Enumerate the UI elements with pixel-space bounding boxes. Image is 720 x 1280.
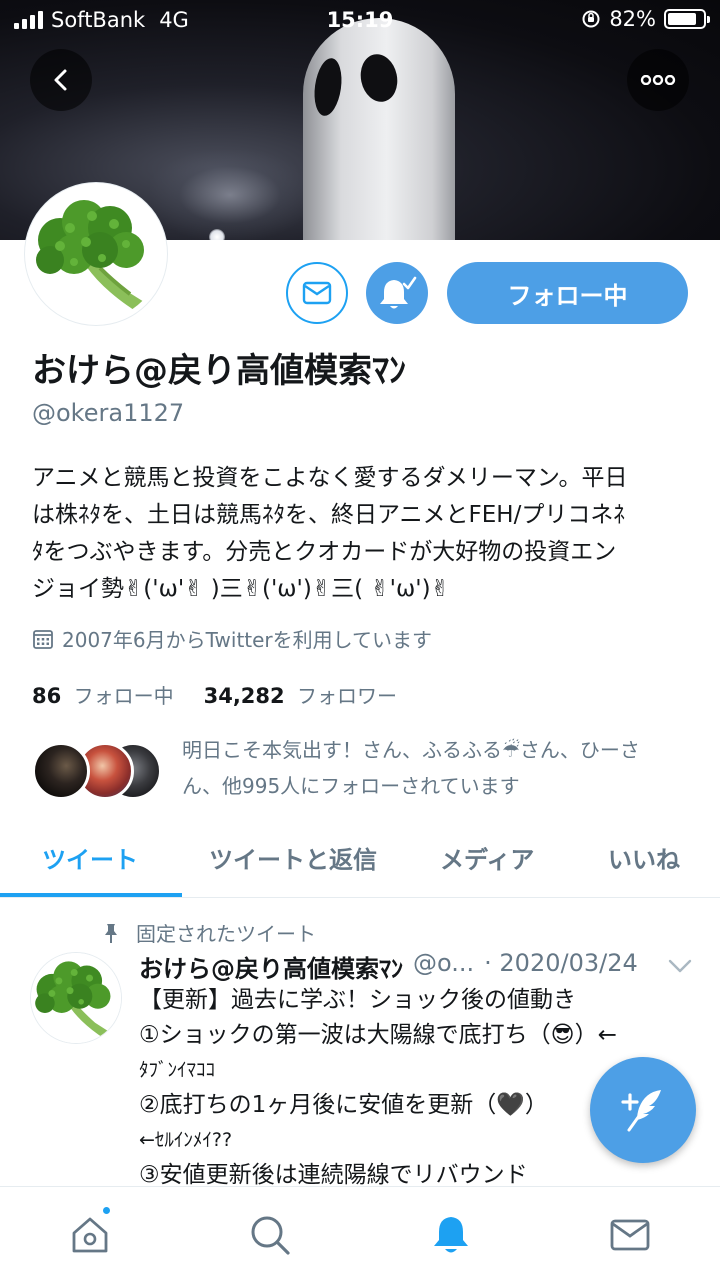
tab-tweets[interactable]: ツイート (42, 840, 138, 875)
followers-link[interactable]: 34,282 フォロワー (204, 680, 397, 709)
profile-bio: アニメと競馬と投資をこよなく愛するダメリーマン。平日 は株ﾈﾀを、土日は競馬ﾈﾀ… (32, 460, 702, 608)
nav-messages[interactable] (606, 1211, 654, 1259)
broccoli-avatar-image (31, 953, 121, 1043)
search-icon (251, 1216, 290, 1255)
active-tab-indicator (0, 893, 182, 897)
bio-line: アニメと競馬と投資をこよなく愛するダメリーマン。平日 (32, 465, 628, 491)
follow-counts: 86 フォロー中 34,282 フォロワー (32, 680, 397, 709)
tweet-author-handle[interactable]: @o... (413, 949, 474, 984)
battery-percent: 82% (609, 7, 656, 31)
mutual-followers-avatars[interactable] (32, 742, 162, 800)
tab-likes[interactable]: いいね (608, 840, 680, 875)
bio-line: は株ﾈﾀを、土日は競馬ﾈﾀを、終日アニメとFEH/プリコネﾈ (32, 502, 625, 528)
compose-feather-icon (621, 1090, 661, 1132)
pin-icon (105, 923, 117, 943)
notifications-button[interactable] (366, 262, 428, 324)
following-link[interactable]: 86 フォロー中 (32, 680, 174, 709)
joined-text: 2007年6月からTwitterを利用しています (62, 628, 433, 652)
joined-date: 2007年6月からTwitterを利用しています (32, 624, 432, 653)
bell-icon (434, 1217, 468, 1253)
followed-by-text[interactable]: 明日こそ本気出す！さん、ふるふる☔さん、ひーさ ん、他995人にフォローされてい… (182, 732, 692, 804)
following-button-label: フォロー中 (507, 281, 628, 310)
bio-line: ﾀをつぶやきます。分売とクオカードが大好物の投資エン (32, 539, 617, 565)
avatar (32, 742, 90, 800)
tweet-line: 【更新】過去に学ぶ！ショック後の値動き (139, 987, 576, 1013)
tweet-author-name[interactable]: おけら@戻り高値模索ﾏﾝ (139, 949, 403, 984)
broccoli-avatar-image (30, 188, 162, 320)
envelope-icon (610, 1219, 650, 1251)
followers-count: 34,282 (203, 684, 285, 708)
notification-dot (101, 1205, 112, 1216)
more-options-button[interactable] (627, 49, 689, 111)
bio-line: ジョイ勢✌('ω'✌ )三✌('ω')✌三( ✌'ω')✌ (32, 576, 450, 602)
following-button[interactable]: フォロー中 (447, 262, 688, 324)
back-button[interactable] (30, 49, 92, 111)
banner-moon (209, 229, 225, 240)
tweet-line: ①ショックの第一波は大陽線で底打ち（😎）← (139, 1022, 617, 1048)
tweet-author-avatar[interactable] (30, 952, 122, 1044)
followed-by-line: 明日こそ本気出す！さん、ふるふる☔さん、ひーさ (182, 738, 640, 762)
more-dots-icon (640, 75, 676, 85)
tweet-menu-button[interactable] (668, 958, 692, 977)
pinned-label-text: 固定されたツイート (136, 922, 316, 946)
banner-ghost-figure (303, 18, 455, 240)
display-name: おけら@戻り高値模索ﾏﾝ (32, 351, 406, 391)
followers-label: フォロワー (297, 684, 397, 708)
bottom-navigation (0, 1186, 720, 1280)
tab-media[interactable]: メディア (440, 840, 534, 875)
followed-by-line: ん、他995人にフォローされています (182, 774, 520, 798)
home-icon (72, 1217, 108, 1253)
back-arrow-icon (54, 69, 67, 91)
banner-cloud-glow (150, 150, 310, 240)
chevron-down-icon (668, 959, 692, 973)
nav-home[interactable] (66, 1205, 114, 1259)
following-count: 86 (32, 684, 62, 708)
message-button[interactable] (286, 262, 348, 324)
orientation-lock-icon (582, 10, 600, 28)
following-label: フォロー中 (73, 684, 174, 708)
bell-check-icon (380, 276, 417, 309)
battery-icon (664, 9, 710, 29)
status-bar: SoftBank 4G 15:19 82% (0, 0, 720, 40)
compose-tweet-button[interactable] (590, 1057, 696, 1163)
nav-search[interactable] (246, 1211, 294, 1259)
tweet-header: おけら@戻り高値模索ﾏﾝ @o... · 2020/03/24 (139, 949, 638, 984)
calendar-icon (33, 629, 53, 649)
nav-notifications[interactable] (427, 1211, 475, 1259)
user-handle: @okera1127 (32, 399, 185, 427)
tweet-date[interactable]: · 2020/03/24 (484, 949, 638, 984)
profile-avatar[interactable] (25, 183, 167, 325)
ghost-eye-left (311, 56, 345, 118)
tab-tweets-and-replies[interactable]: ツイートと返信 (209, 840, 377, 875)
pinned-tweet-label: 固定されたツイート (100, 918, 316, 947)
ghost-eye-right (356, 50, 402, 106)
profile-tabs: ツイート ツイートと返信 メディア いいね (0, 818, 720, 898)
envelope-icon (302, 281, 332, 305)
